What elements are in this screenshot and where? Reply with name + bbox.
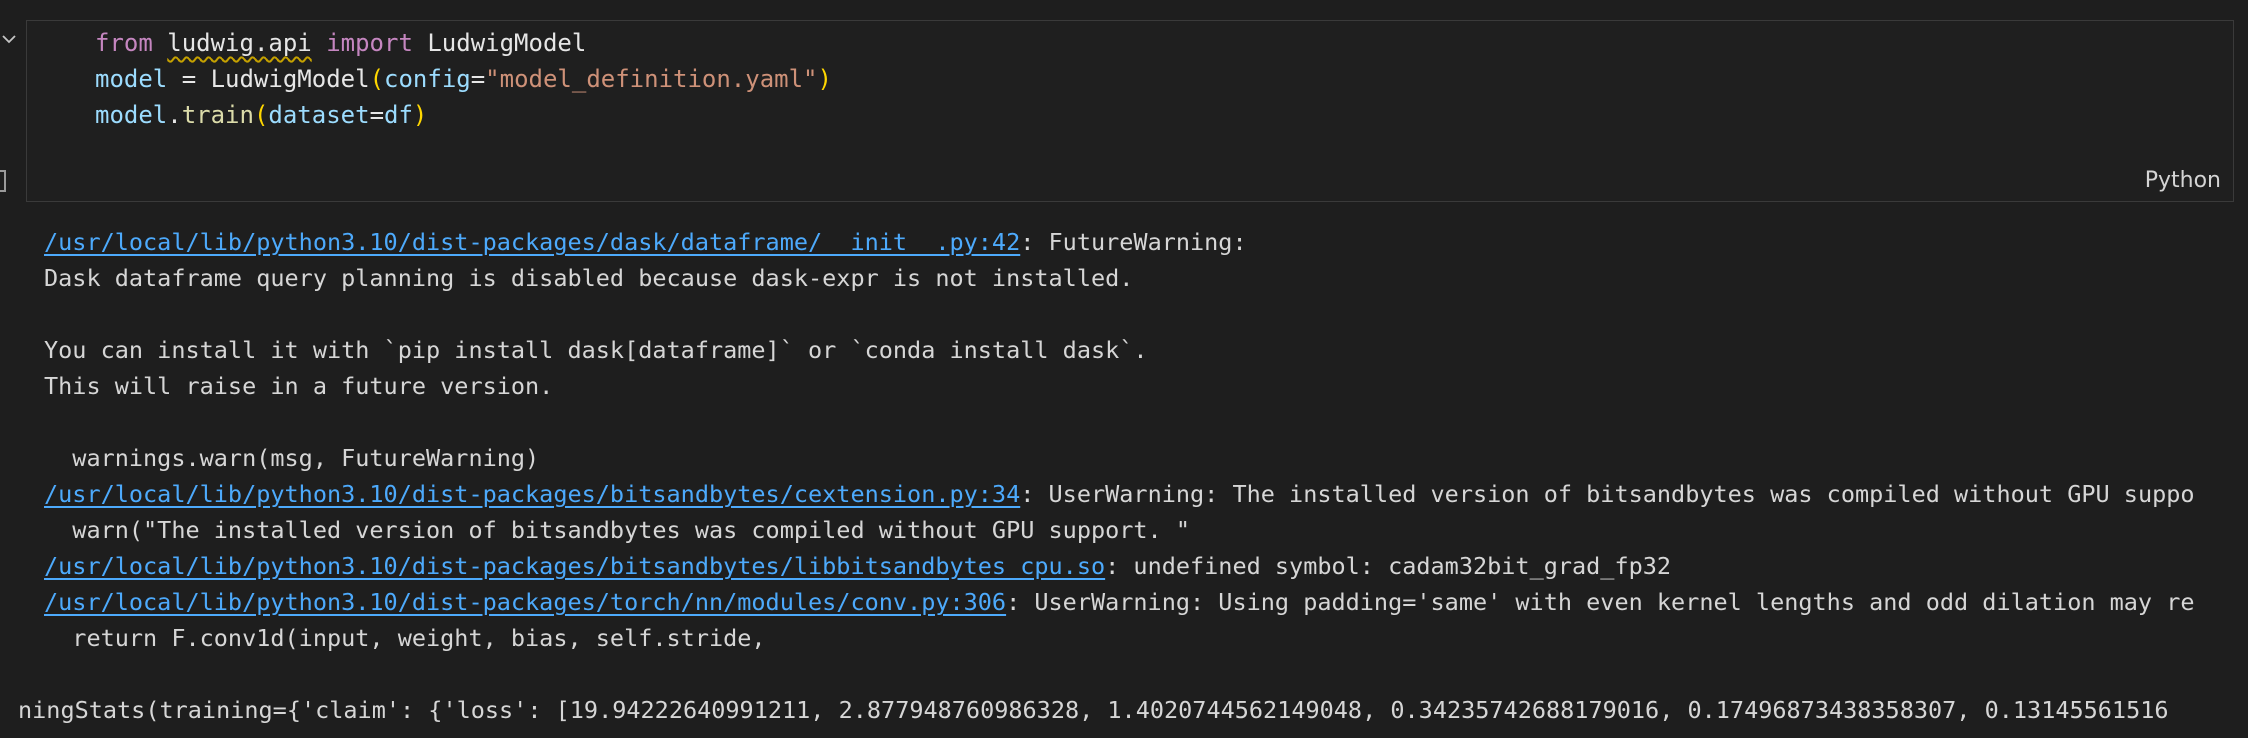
code-token: ludwig.api (167, 29, 312, 57)
file-path-link[interactable]: /usr/local/lib/python3.10/dist-packages/… (44, 228, 1020, 256)
code-token: . (167, 101, 182, 129)
output-line: /usr/local/lib/python3.10/dist-packages/… (44, 476, 2195, 512)
chevron-down-icon[interactable] (0, 30, 18, 48)
code-token: = (167, 65, 211, 93)
code-line: model = LudwigModel(config="model_defini… (95, 61, 832, 97)
output-line: This will raise in a future version. (44, 368, 553, 404)
code-line: from ludwig.api import LudwigModel (95, 25, 586, 61)
code-token: LudwigModel (210, 65, 370, 93)
output-line: ningStats(training={'claim': {'loss': [1… (18, 692, 2169, 728)
output-text: This will raise in a future version. (44, 372, 554, 400)
code-token: model (95, 65, 168, 93)
code-token: from (95, 29, 153, 57)
output-text: : FutureWarning: (1020, 228, 1247, 256)
output-line: /usr/local/lib/python3.10/dist-packages/… (44, 224, 1247, 260)
execution-bracket-icon (0, 170, 6, 192)
file-path-link[interactable]: /usr/local/lib/python3.10/dist-packages/… (44, 480, 1020, 508)
code-token: df (384, 101, 413, 129)
code-token: model (95, 101, 168, 129)
output-text: You can install it with `pip install das… (44, 336, 1148, 364)
cell-language-label[interactable]: Python (2145, 168, 2221, 193)
code-token: ) (817, 65, 832, 93)
output-text: : UserWarning: Using padding='same' with… (1006, 588, 2195, 616)
output-text: return F.conv1d(input, weight, bias, sel… (44, 624, 766, 652)
output-text: warn("The installed version of bitsandby… (44, 516, 1191, 544)
cell-output: /usr/local/lib/python3.10/dist-packages/… (0, 220, 2248, 738)
code-cell[interactable]: from ludwig.api import LudwigModel model … (26, 20, 2234, 202)
output-line: warnings.warn(msg, FutureWarning) (44, 440, 539, 476)
output-line: /usr/local/lib/python3.10/dist-packages/… (44, 584, 2195, 620)
code-token: = (470, 65, 486, 93)
output-line: Dask dataframe query planning is disable… (44, 260, 1133, 296)
file-path-link[interactable]: /usr/local/lib/python3.10/dist-packages/… (44, 588, 1006, 616)
output-text: ningStats(training={'claim': {'loss': [1… (18, 696, 2169, 724)
output-text: : undefined symbol: cadam32bit_grad_fp32 (1105, 552, 1672, 580)
output-line: /usr/local/lib/python3.10/dist-packages/… (44, 548, 1671, 584)
code-token: = (369, 101, 385, 129)
code-token: LudwigModel (412, 29, 587, 57)
code-token: import (326, 29, 413, 57)
output-line: return F.conv1d(input, weight, bias, sel… (44, 620, 766, 656)
output-text: : UserWarning: The installed version of … (1020, 480, 2195, 508)
file-path-link[interactable]: /usr/local/lib/python3.10/dist-packages/… (44, 552, 1105, 580)
code-token: dataset (268, 101, 370, 129)
code-token: "model_definition.yaml" (485, 65, 818, 93)
code-token: ) (412, 101, 428, 129)
output-line: warn("The installed version of bitsandby… (44, 512, 1190, 548)
code-token: ( (369, 65, 385, 93)
output-line: You can install it with `pip install das… (44, 332, 1148, 368)
code-token: config (384, 65, 471, 93)
code-token: ( (253, 101, 269, 129)
code-line: model.train(dataset=df) (95, 97, 427, 133)
output-text: Dask dataframe query planning is disable… (44, 264, 1134, 292)
code-token: train (181, 101, 254, 129)
output-text: warnings.warn(msg, FutureWarning) (44, 444, 540, 472)
